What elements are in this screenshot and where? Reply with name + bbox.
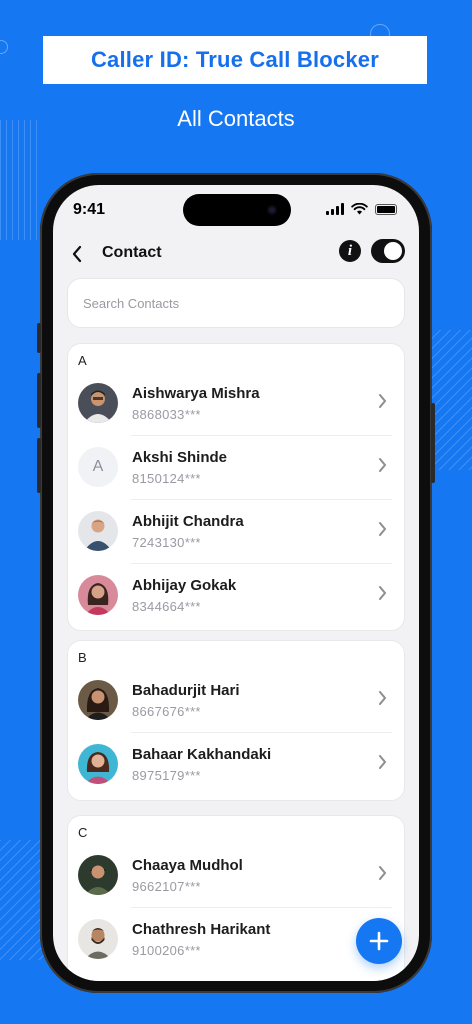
search-box[interactable]	[67, 278, 405, 328]
page-subtitle: All Contacts	[177, 106, 295, 131]
phone-side-button	[37, 323, 41, 353]
phone-frame: 9:41 Contact i Search Contacts A Aishwar…	[37, 173, 435, 993]
chevron-right-icon	[378, 584, 387, 607]
camera-icon	[267, 205, 277, 215]
contact-number: 8150124***	[132, 471, 201, 486]
contact-name: Bahadurjit Hari	[132, 682, 240, 699]
contact-name: Akshi Shinde	[132, 449, 228, 466]
chevron-right-icon	[378, 456, 387, 479]
phone-screen: 9:41 Contact i Search Contacts A Aishwar…	[53, 185, 419, 981]
contact-section-c: C Chaaya Mudhol 9662107*** Chathresh Har…	[67, 815, 405, 981]
contact-name: Chaaya Mudhol	[132, 857, 243, 874]
contact-section-a: A Aishwarya Mishra 8868033*** A Akshi Sh…	[67, 343, 405, 631]
chevron-right-icon	[378, 392, 387, 415]
contact-name: Abhijit Chandra	[132, 513, 244, 530]
contact-section-b: B Bahadurjit Hari 8667676*** Bahaar Kakh…	[67, 640, 405, 801]
contact-row[interactable]: Bahaar Kakhandaki 8975179***	[68, 733, 404, 797]
contact-number: 8667676***	[132, 704, 201, 719]
chevron-left-icon	[72, 245, 82, 263]
section-letter: A	[78, 353, 87, 368]
contact-number: 9100206***	[132, 943, 201, 958]
avatar	[78, 855, 118, 895]
contact-number: 8975179***	[132, 768, 201, 783]
search-input[interactable]	[68, 279, 404, 327]
plus-icon	[369, 931, 389, 951]
chevron-right-icon	[378, 689, 387, 712]
phone-side-button	[37, 438, 41, 493]
back-button[interactable]	[71, 243, 83, 269]
contact-number: 8344664***	[132, 599, 201, 614]
battery-icon	[375, 203, 397, 215]
contact-row[interactable]: Chaaya Mudhol 9662107***	[68, 844, 404, 908]
contact-name: Bahaar Kakhandaki	[132, 746, 272, 763]
phone-side-button	[37, 373, 41, 428]
contact-number: 9662107***	[132, 879, 201, 894]
info-button[interactable]: i	[339, 240, 361, 262]
contact-row[interactable]: Bahadurjit Hari 8667676***	[68, 669, 404, 733]
decor-circle	[0, 40, 8, 54]
contact-name: Aishwarya Mishra	[132, 385, 260, 402]
status-time: 9:41	[73, 201, 106, 218]
top-navbar: Contact i	[53, 237, 419, 271]
contact-number: 7243130***	[132, 535, 201, 550]
contact-number: 8868033***	[132, 407, 201, 422]
contact-row[interactable]: Aishwarya Mishra 8868033***	[68, 372, 404, 436]
contact-row[interactable]: Abhijit Chandra 7243130***	[68, 500, 404, 564]
section-letter: B	[78, 650, 87, 665]
avatar	[78, 919, 118, 959]
avatar	[78, 744, 118, 784]
avatar	[78, 575, 118, 615]
contact-name: Chathresh Harikant	[132, 921, 271, 938]
avatar: A	[78, 447, 118, 487]
chevron-right-icon	[378, 864, 387, 887]
chevron-right-icon	[378, 520, 387, 543]
avatar	[78, 511, 118, 551]
signal-icon	[326, 203, 344, 215]
page-title: Contact	[102, 244, 162, 261]
toggle-knob	[384, 242, 402, 260]
banner-title: Caller ID: True Call Blocker	[90, 47, 380, 72]
add-contact-button[interactable]	[356, 918, 402, 964]
contact-row[interactable]: Abhijay Gokak 8344664***	[68, 564, 404, 628]
avatar	[78, 680, 118, 720]
section-letter: C	[78, 825, 88, 840]
chevron-right-icon	[378, 753, 387, 776]
decor-stripes	[0, 120, 40, 240]
avatar	[78, 383, 118, 423]
contact-row[interactable]: A Akshi Shinde 8150124***	[68, 436, 404, 500]
contact-row[interactable]: Chathresh Harikant 9100206***	[68, 908, 404, 972]
contact-name: Abhijay Gokak	[132, 577, 237, 594]
info-icon: i	[347, 242, 353, 259]
dynamic-island	[183, 194, 291, 226]
wifi-icon	[351, 203, 368, 215]
theme-toggle[interactable]	[371, 239, 405, 263]
phone-power-button	[431, 403, 435, 483]
status-icons	[326, 203, 397, 215]
banner: Caller ID: True Call Blocker	[43, 36, 427, 84]
